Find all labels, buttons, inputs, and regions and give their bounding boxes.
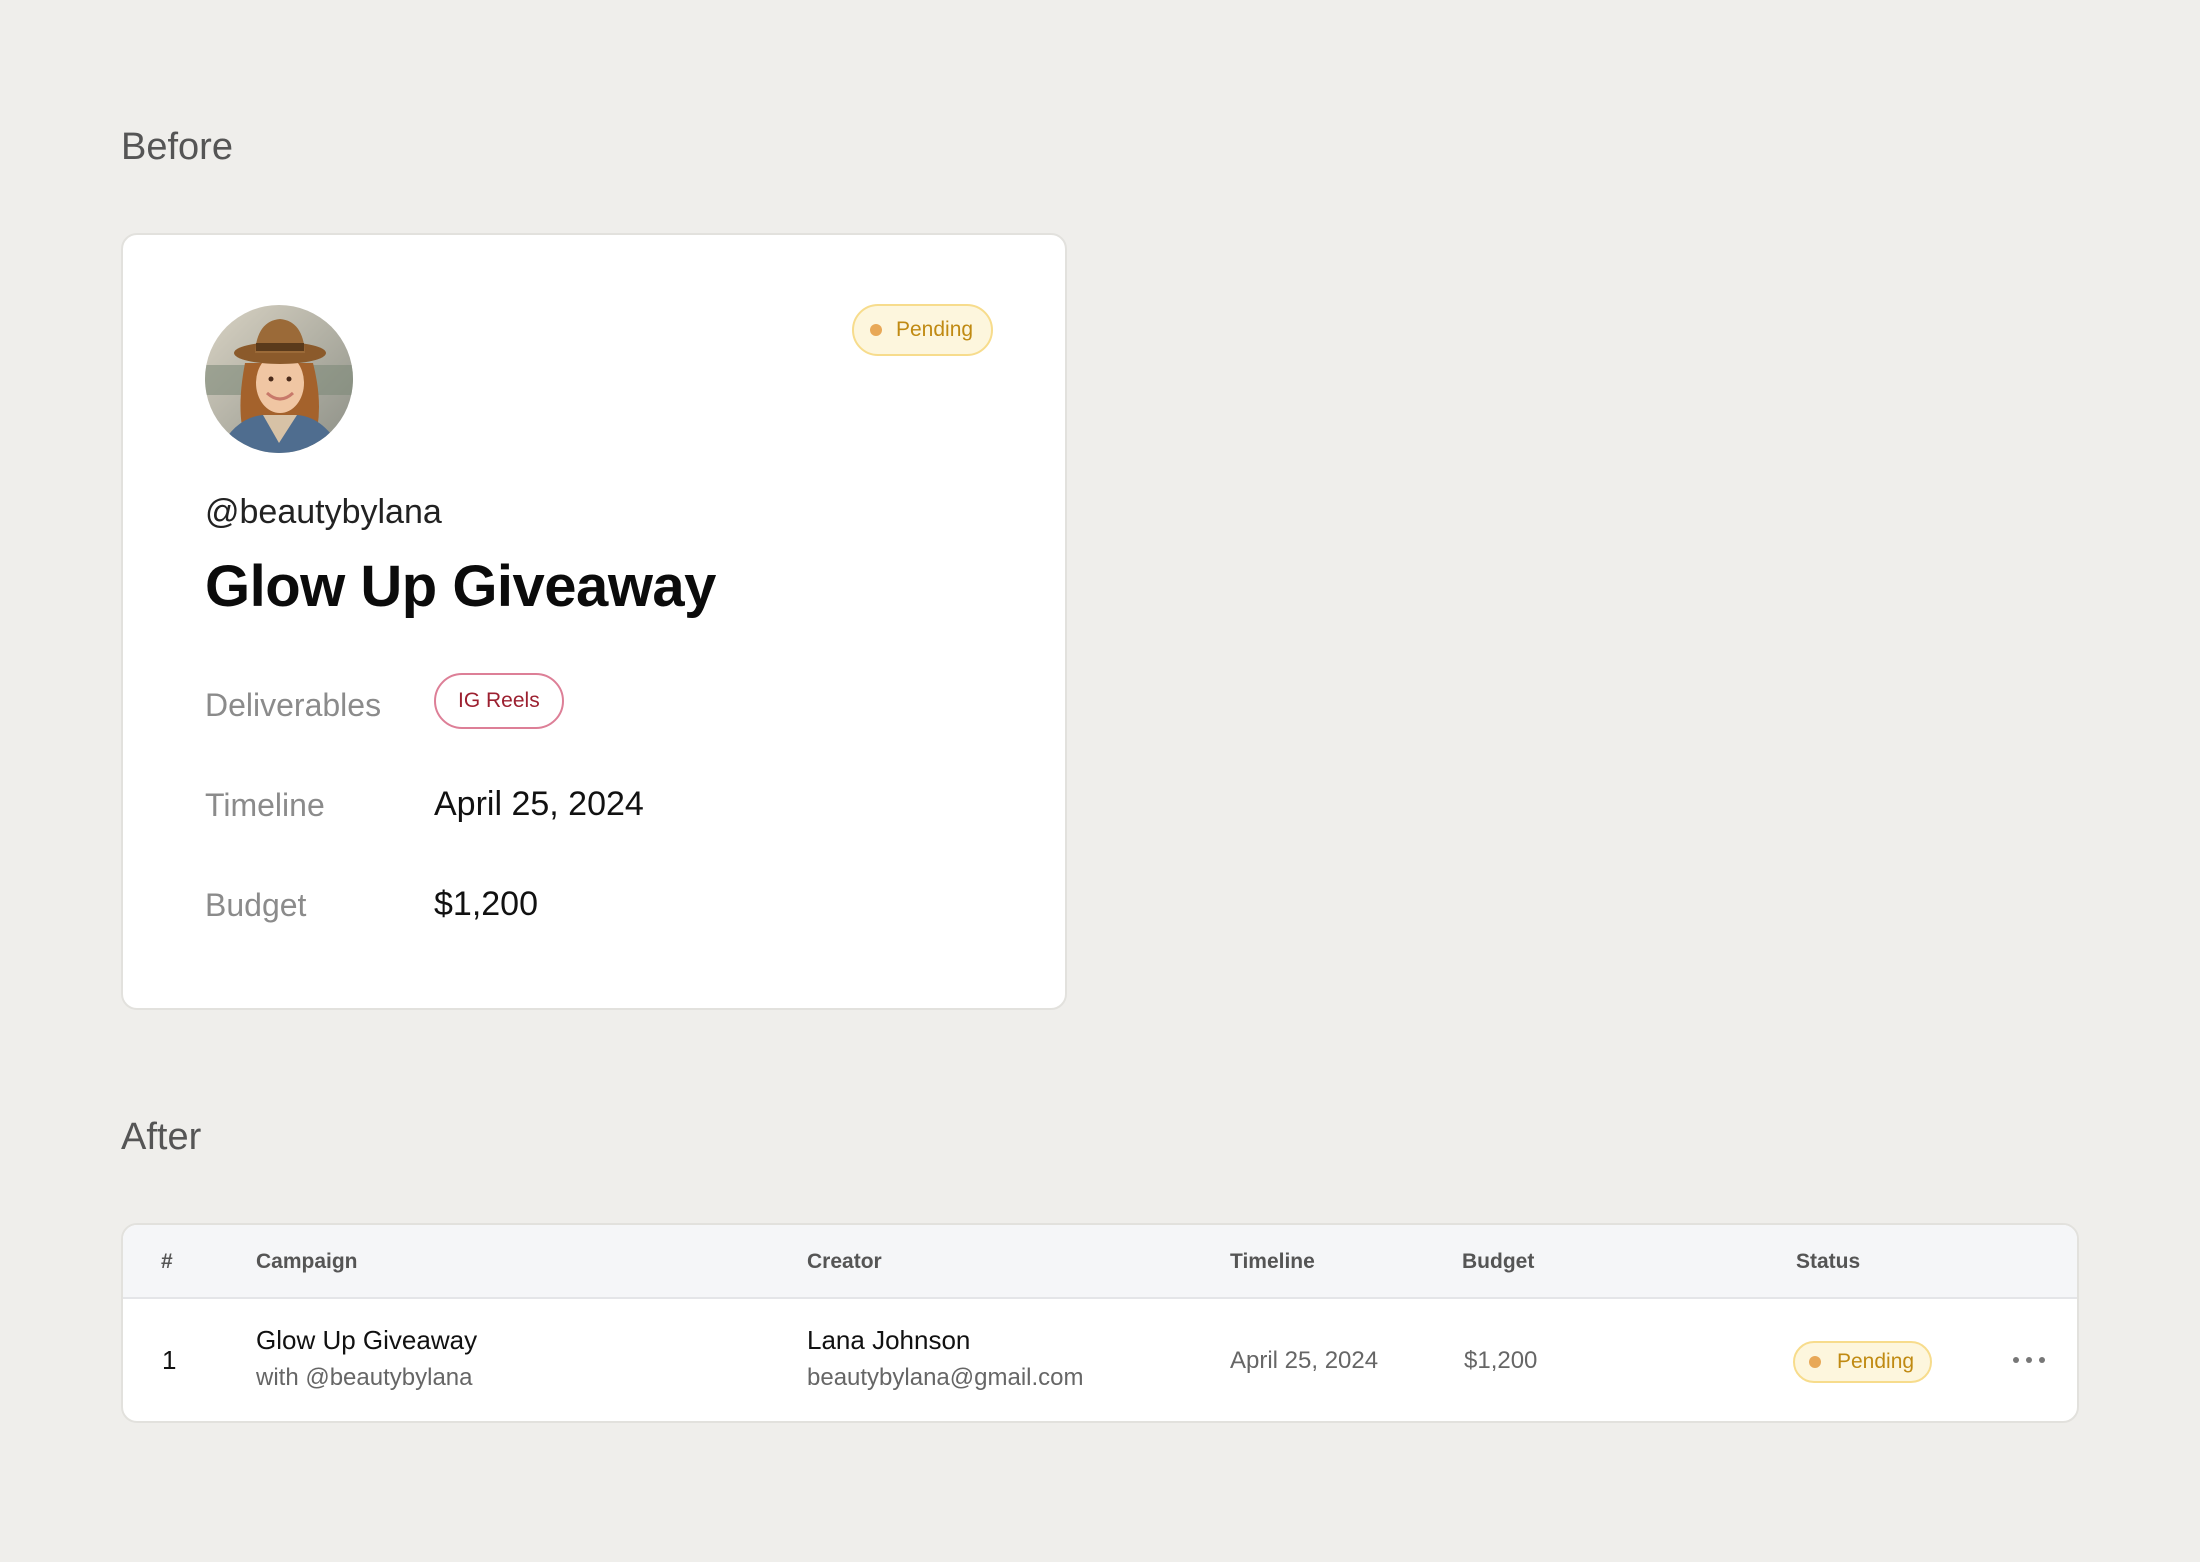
page: Before Pending @beautybylana Glow Up Giv… bbox=[0, 0, 2200, 1562]
creator-name: Lana Johnson bbox=[807, 1325, 971, 1355]
status-badge: Pending bbox=[852, 304, 994, 356]
timeline-cell: April 25, 2024 bbox=[1230, 1347, 1379, 1374]
deliverable-tag: IG Reels bbox=[434, 673, 564, 729]
deliverables-label: Deliverables bbox=[205, 687, 382, 723]
campaigns-table: # Campaign Creator Timeline Budget Statu… bbox=[121, 1223, 2079, 1423]
campaign-cell: Glow Up Giveaway with @beautybylana bbox=[256, 1325, 477, 1392]
column-header-campaign[interactable]: Campaign bbox=[256, 1250, 358, 1274]
campaign-creator-handle: with @beautybylana bbox=[256, 1364, 473, 1391]
column-header-number: # bbox=[161, 1250, 173, 1273]
campaign-title: Glow Up Giveaway bbox=[205, 554, 716, 619]
column-header-budget[interactable]: Budget bbox=[1462, 1250, 1534, 1274]
after-section-title: After bbox=[121, 1116, 202, 1158]
status-dot-icon bbox=[870, 324, 882, 336]
creator-avatar bbox=[205, 305, 353, 453]
before-section-title: Before bbox=[121, 126, 233, 168]
column-header-timeline[interactable]: Timeline bbox=[1230, 1250, 1315, 1274]
table-row[interactable]: 1 Glow Up Giveaway with @beautybylana La… bbox=[123, 1299, 2077, 1421]
table-header: # Campaign Creator Timeline Budget Statu… bbox=[123, 1225, 2077, 1299]
campaign-card: Pending @beautybylana Glow Up Giveaway D… bbox=[121, 233, 1067, 1010]
timeline-value: April 25, 2024 bbox=[434, 785, 644, 823]
timeline-label: Timeline bbox=[205, 787, 325, 823]
status-dot-icon bbox=[1809, 1356, 1821, 1368]
creator-handle: @beautybylana bbox=[205, 493, 442, 531]
budget-cell: $1,200 bbox=[1464, 1347, 1538, 1374]
column-header-creator[interactable]: Creator bbox=[807, 1250, 882, 1274]
budget-value: $1,200 bbox=[434, 885, 538, 923]
creator-email[interactable]: beautybylana@gmail.com bbox=[807, 1364, 1084, 1392]
row-status-badge: Pending bbox=[1793, 1341, 1933, 1383]
row-status-label: Pending bbox=[1837, 1350, 1915, 1373]
campaign-name[interactable]: Glow Up Giveaway bbox=[256, 1325, 477, 1356]
status-badge-label: Pending bbox=[896, 318, 974, 341]
more-horizontal-icon[interactable] bbox=[2009, 1347, 2049, 1373]
column-header-status[interactable]: Status bbox=[1796, 1250, 1860, 1274]
row-number: 1 bbox=[162, 1345, 177, 1375]
budget-label: Budget bbox=[205, 887, 307, 923]
creator-cell: Lana Johnson beautybylana@gmail.com bbox=[807, 1325, 1084, 1392]
